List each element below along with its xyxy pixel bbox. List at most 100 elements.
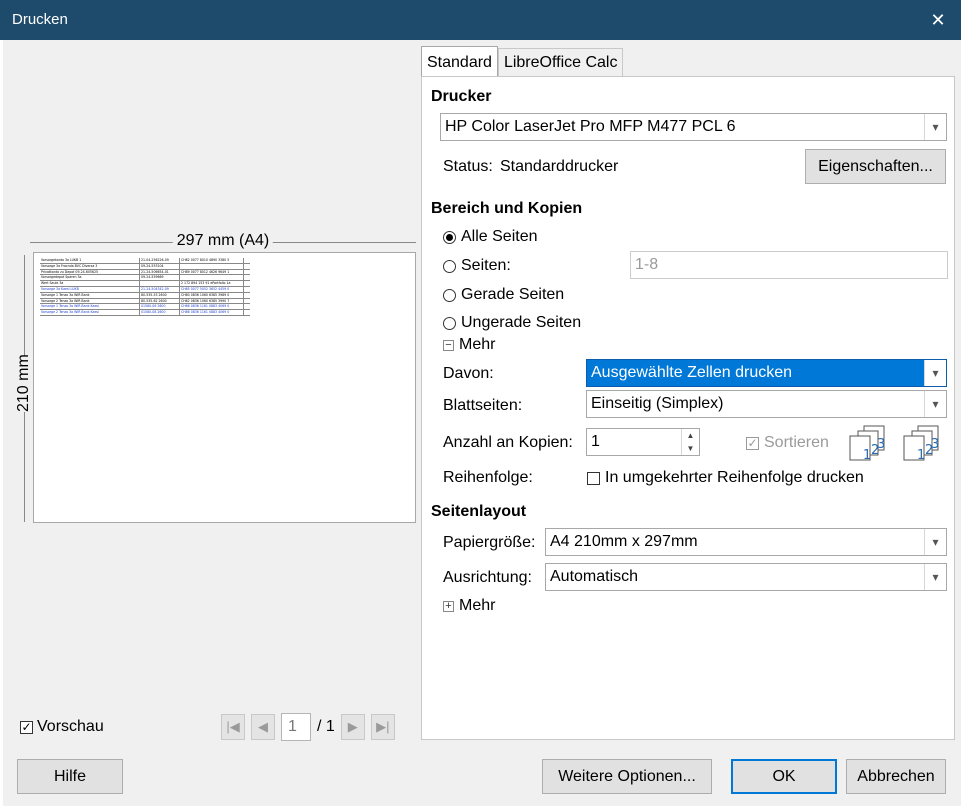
radio-icon[interactable] [443, 316, 456, 330]
preview-cell: Vorsorgedepot Sparen 3a [40, 275, 140, 281]
vorschau-label: Vorschau [37, 718, 104, 735]
radio-selected-icon[interactable] [443, 230, 456, 244]
preview-cell: 80-535-62 2600 [140, 298, 180, 304]
kopien-value: 1 [591, 433, 600, 450]
ausrichtung-value: Automatisch [550, 568, 639, 585]
blattseiten-label: Blattseiten: [443, 397, 523, 414]
expand-icon[interactable]: + [443, 600, 454, 612]
chevron-down-icon[interactable]: ▾ [924, 114, 946, 140]
radio-gerade-label: Gerade Seiten [461, 286, 565, 303]
radio-alle-seiten[interactable]: Alle Seiten [443, 228, 538, 246]
vorschau-check-icon[interactable] [20, 720, 33, 734]
preview-cell [180, 275, 244, 281]
davon-label: Davon: [443, 365, 494, 382]
radio-ungerade-label: Ungerade Seiten [461, 314, 582, 331]
close-icon[interactable]: ✕ [915, 0, 961, 40]
mehr-expander-layout[interactable]: + Mehr [443, 597, 495, 615]
svg-text:3: 3 [877, 437, 885, 452]
preview-cell: Vorsorge 1 Tenzo 3a WIR Bank [40, 292, 140, 298]
preview-cell [180, 263, 244, 269]
stepper-arrows-icon[interactable]: ▲ ▼ [681, 429, 699, 455]
svg-text:3: 3 [931, 437, 939, 452]
bereich-heading: Bereich und Kopien [431, 200, 583, 217]
preview-cell: CH62 0077 8010 4890 3380 5 [180, 258, 244, 263]
preview-cell: Vorsorgekonto 3a LUKB 1 [40, 258, 140, 263]
preview-width-dimension: 297 mm (A4) [30, 232, 416, 250]
chevron-down-icon[interactable]: ▾ [924, 391, 946, 417]
hilfe-button[interactable]: Hilfe [17, 759, 123, 794]
preview-cell: Vorsorge 3a Kaesi LUKB [40, 286, 140, 292]
radio-ungerade-seiten[interactable]: Ungerade Seiten [443, 314, 581, 332]
radio-seiten-label: Seiten: [461, 257, 511, 274]
status-value: Standarddrucker [500, 158, 619, 175]
printer-select[interactable]: HP Color LaserJet Pro MFP M477 PCL 6 ▾ [440, 113, 947, 141]
mehr-layout-label: Mehr [459, 597, 496, 614]
preview-cell: 09-24-559669 [140, 275, 180, 281]
papiergroesse-select[interactable]: A4 210mm x 297mm ▾ [545, 528, 947, 556]
background-app-bottom [0, 806, 961, 812]
collated-copies-icon: 1 2 3 [849, 425, 885, 462]
weitere-optionen-button[interactable]: Weitere Optionen... [542, 759, 712, 794]
tab-libreoffice-calc[interactable]: LibreOffice Calc [497, 48, 624, 76]
blattseiten-select-value: Einseitig (Simplex) [591, 395, 724, 412]
vorschau-checkbox[interactable]: Vorschau [20, 718, 104, 736]
blattseiten-select[interactable]: Einseitig (Simplex) ▾ [586, 390, 947, 418]
preview-cell: 09-24-553104 [140, 263, 180, 269]
preview-pager: |◀ ◀ 1 / 1 ▶ ▶| [221, 713, 395, 741]
preview-cell: 01580-06 2600 [140, 304, 180, 310]
reverse-order-checkbox[interactable]: In umgekehrter Reihenfolge drucken [587, 469, 864, 487]
kopien-stepper[interactable]: 1 ▲ ▼ [586, 428, 700, 456]
eigenschaften-button[interactable]: Eigenschaften... [805, 149, 946, 184]
preview-table-row: Vorsorge 2 Tenzo 3a WIR Bank Kaesi 01580-… [40, 310, 250, 316]
sortieren-check-icon[interactable] [746, 436, 759, 450]
mehr-label: Mehr [459, 336, 496, 353]
print-preview: Vorsorgekonto 3a LUKB 1 21-04-256226-09 CH… [33, 252, 416, 523]
preview-cell: CH66 0836 1161 0883 4069 0 [180, 304, 244, 310]
title-bar: Drucken ✕ [0, 0, 961, 40]
page-total: / 1 [317, 718, 335, 735]
page-number-input[interactable]: 1 [281, 713, 311, 741]
davon-select[interactable]: Ausgewählte Zellen drucken ▾ [586, 359, 947, 387]
radio-alle-seiten-label: Alle Seiten [461, 228, 538, 245]
radio-seiten[interactable]: Seiten: [443, 257, 511, 275]
collapse-icon[interactable]: − [443, 339, 454, 351]
preview-cell: Vorsorge 3a Fracnda BVC Diversa 3 [40, 263, 140, 269]
printer-select-value: HP Color LaserJet Pro MFP M477 PCL 6 [445, 118, 736, 135]
preview-cell: Wert Saule 3a [40, 281, 140, 286]
preview-cell: CH89 0077 8012 4626 9649 1 [180, 269, 244, 275]
chevron-down-icon[interactable]: ▾ [924, 564, 946, 590]
preview-cell: Vorsorge 2 Tenzo 3a WIR Bank [40, 298, 140, 304]
radio-icon[interactable] [443, 288, 456, 302]
radio-icon[interactable] [443, 259, 456, 273]
tab-bar: Standard LibreOffice Calc [421, 46, 624, 76]
chevron-down-icon[interactable]: ▾ [924, 529, 946, 555]
checkbox-icon[interactable] [587, 471, 600, 485]
chevron-down-icon[interactable]: ▾ [924, 360, 946, 386]
seitenlayout-heading: Seitenlayout [431, 503, 527, 520]
window-title: Drucken [12, 11, 68, 28]
ausrichtung-select[interactable]: Automatisch ▾ [545, 563, 947, 591]
ok-button[interactable]: OK [731, 759, 837, 794]
collated-copies-icon: 1 2 3 [903, 425, 939, 462]
preview-cell: 21-04-256226-09 [140, 258, 180, 263]
pages-range-input[interactable]: 1-8 [630, 251, 948, 279]
drucker-heading: Drucker [431, 88, 492, 105]
ausrichtung-label: Ausrichtung: [443, 569, 532, 586]
next-page-icon[interactable]: ▶ [340, 714, 365, 740]
preview-cell: 2 172 894 153 91 ePortfolio 1a [180, 281, 244, 286]
preview-cell: Privatkonto zu Depot 09-24-605625 [40, 269, 140, 275]
status-label: Status: [443, 158, 493, 175]
last-page-icon[interactable]: ▶| [370, 714, 395, 740]
preview-height-dimension: 210 mm [15, 255, 33, 522]
davon-select-value: Ausgewählte Zellen drucken [591, 364, 793, 381]
sortieren-checkbox[interactable]: Sortieren [746, 434, 829, 452]
preview-cell: 01580-08 2600 [140, 310, 180, 315]
preview-cell: 21-24-504342-09 [140, 286, 180, 292]
tab-standard[interactable]: Standard [421, 46, 498, 76]
radio-gerade-seiten[interactable]: Gerade Seiten [443, 286, 564, 304]
mehr-expander-range[interactable]: − Mehr [443, 336, 495, 354]
abbrechen-button[interactable]: Abbrechen [846, 759, 946, 794]
prev-page-icon[interactable]: ◀ [251, 714, 275, 740]
first-page-icon[interactable]: |◀ [221, 714, 245, 740]
preview-cell: 21-24-506654-01 [140, 269, 180, 275]
